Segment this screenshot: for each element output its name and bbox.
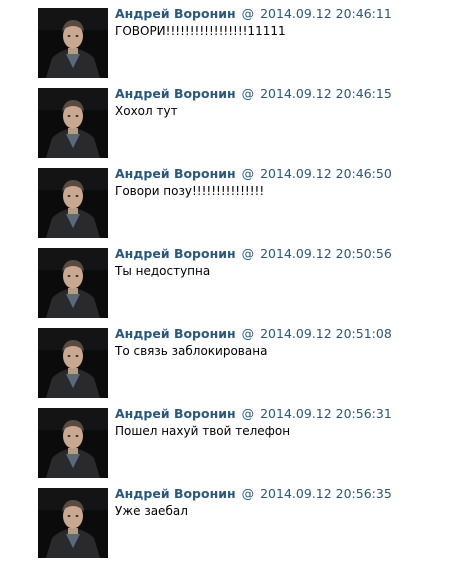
author-name-link[interactable]: Андрей Воронин [115, 406, 236, 421]
at-sign: @ [241, 166, 255, 181]
message-date: 2014.09.12 20:56:35 [260, 486, 392, 501]
message-item: Андрей Воронин @ 2014.09.12 20:56:35 Уже… [38, 486, 468, 560]
avatar[interactable] [38, 168, 108, 238]
message-text: Пошел нахуй твой телефон [115, 424, 291, 438]
message-header: Андрей Воронин @ 2014.09.12 20:56:35 [115, 486, 392, 502]
message-header: Андрей Воронин @ 2014.09.12 20:46:50 [115, 166, 392, 182]
author-name-link[interactable]: Андрей Воронин [115, 486, 236, 501]
message-item: Андрей Воронин @ 2014.09.12 20:46:11 ГОВ… [38, 6, 468, 80]
message-text: Ты недоступна [115, 264, 211, 278]
user-photo-icon [38, 88, 108, 158]
at-sign: @ [241, 86, 255, 101]
message-header: Андрей Воронин @ 2014.09.12 20:56:31 [115, 406, 392, 422]
message-date: 2014.09.12 20:46:50 [260, 166, 392, 181]
message-item: Андрей Воронин @ 2014.09.12 20:56:31 Пош… [38, 406, 468, 480]
message-text: Уже заебал [115, 504, 188, 518]
user-photo-icon [38, 168, 108, 238]
author-name-link[interactable]: Андрей Воронин [115, 166, 236, 181]
avatar[interactable] [38, 408, 108, 478]
at-sign: @ [241, 406, 255, 421]
user-photo-icon [38, 408, 108, 478]
message-item: Андрей Воронин @ 2014.09.12 20:51:08 То … [38, 326, 468, 400]
author-name-link[interactable]: Андрей Воронин [115, 86, 236, 101]
avatar[interactable] [38, 8, 108, 78]
message-header: Андрей Воронин @ 2014.09.12 20:50:56 [115, 246, 392, 262]
message-date: 2014.09.12 20:46:11 [260, 6, 392, 21]
author-name-link[interactable]: Андрей Воронин [115, 6, 236, 21]
message-item: Андрей Воронин @ 2014.09.12 20:50:56 Ты … [38, 246, 468, 320]
user-photo-icon [38, 488, 108, 558]
author-name-link[interactable]: Андрей Воронин [115, 326, 236, 341]
at-sign: @ [241, 246, 255, 261]
author-name-link[interactable]: Андрей Воронин [115, 246, 236, 261]
message-header: Андрей Воронин @ 2014.09.12 20:51:08 [115, 326, 392, 342]
message-text: Хохол тут [115, 104, 178, 118]
avatar[interactable] [38, 328, 108, 398]
message-date: 2014.09.12 20:56:31 [260, 406, 392, 421]
message-date: 2014.09.12 20:51:08 [260, 326, 392, 341]
avatar[interactable] [38, 248, 108, 318]
message-text: Говори позу!!!!!!!!!!!!!!! [115, 184, 265, 198]
at-sign: @ [241, 326, 255, 341]
at-sign: @ [241, 486, 255, 501]
message-text: То связь заблокирована [115, 344, 268, 358]
message-text: ГОВОРИ!!!!!!!!!!!!!!!!!11111 [115, 24, 286, 38]
user-photo-icon [38, 8, 108, 78]
message-feed: Андрей Воронин @ 2014.09.12 20:46:11 ГОВ… [0, 0, 474, 566]
message-header: Андрей Воронин @ 2014.09.12 20:46:15 [115, 86, 392, 102]
message-item: Андрей Воронин @ 2014.09.12 20:46:15 Хох… [38, 86, 468, 160]
message-date: 2014.09.12 20:46:15 [260, 86, 392, 101]
user-photo-icon [38, 328, 108, 398]
at-sign: @ [241, 6, 255, 21]
message-date: 2014.09.12 20:50:56 [260, 246, 392, 261]
user-photo-icon [38, 248, 108, 318]
avatar[interactable] [38, 88, 108, 158]
avatar[interactable] [38, 488, 108, 558]
message-item: Андрей Воронин @ 2014.09.12 20:46:50 Гов… [38, 166, 468, 240]
message-header: Андрей Воронин @ 2014.09.12 20:46:11 [115, 6, 392, 22]
